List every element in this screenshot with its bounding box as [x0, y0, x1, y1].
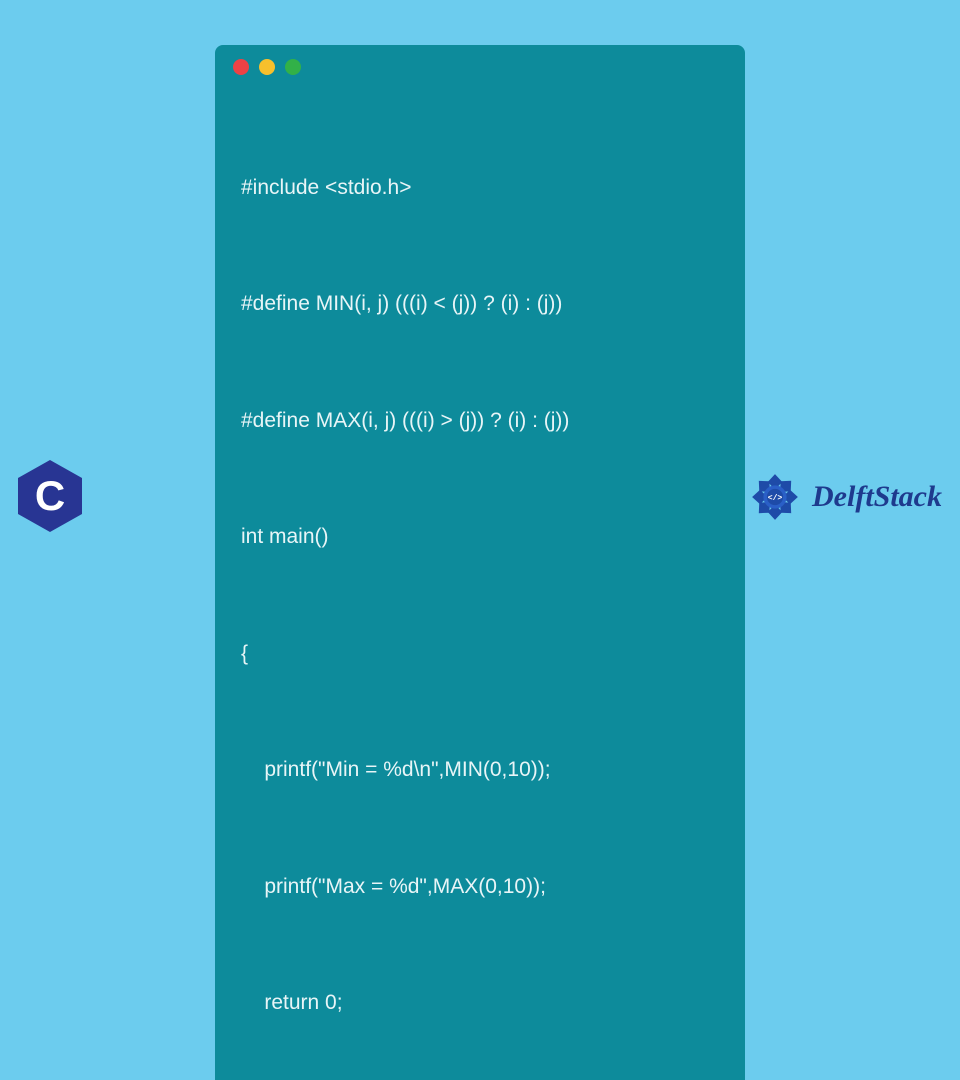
maximize-icon[interactable]: [285, 59, 301, 75]
code-line: {: [241, 635, 719, 674]
code-line: int main(): [241, 518, 719, 557]
close-icon[interactable]: [233, 59, 249, 75]
code-line: #define MIN(i, j) (((i) < (j)) ? (i) : (…: [241, 285, 719, 324]
c-language-logo: C: [18, 460, 82, 532]
delftstack-brand: </> DelftStack: [746, 468, 942, 526]
hexagon-icon: C: [18, 460, 82, 532]
code-window: #include <stdio.h> #define MIN(i, j) (((…: [215, 45, 745, 1080]
window-titlebar: [215, 45, 745, 85]
minimize-icon[interactable]: [259, 59, 275, 75]
code-line: #define MAX(i, j) (((i) > (j)) ? (i) : (…: [241, 402, 719, 441]
delftstack-logo-icon: </>: [746, 468, 804, 526]
code-block: #include <stdio.h> #define MIN(i, j) (((…: [215, 85, 745, 1080]
code-line: printf("Max = %d",MAX(0,10));: [241, 868, 719, 907]
brand-text: DelftStack: [812, 480, 942, 514]
svg-text:</>: </>: [768, 494, 783, 503]
code-line: #include <stdio.h>: [241, 169, 719, 208]
code-line: printf("Min = %d\n",MIN(0,10));: [241, 751, 719, 790]
code-line: return 0;: [241, 984, 719, 1023]
c-letter: C: [35, 472, 65, 520]
